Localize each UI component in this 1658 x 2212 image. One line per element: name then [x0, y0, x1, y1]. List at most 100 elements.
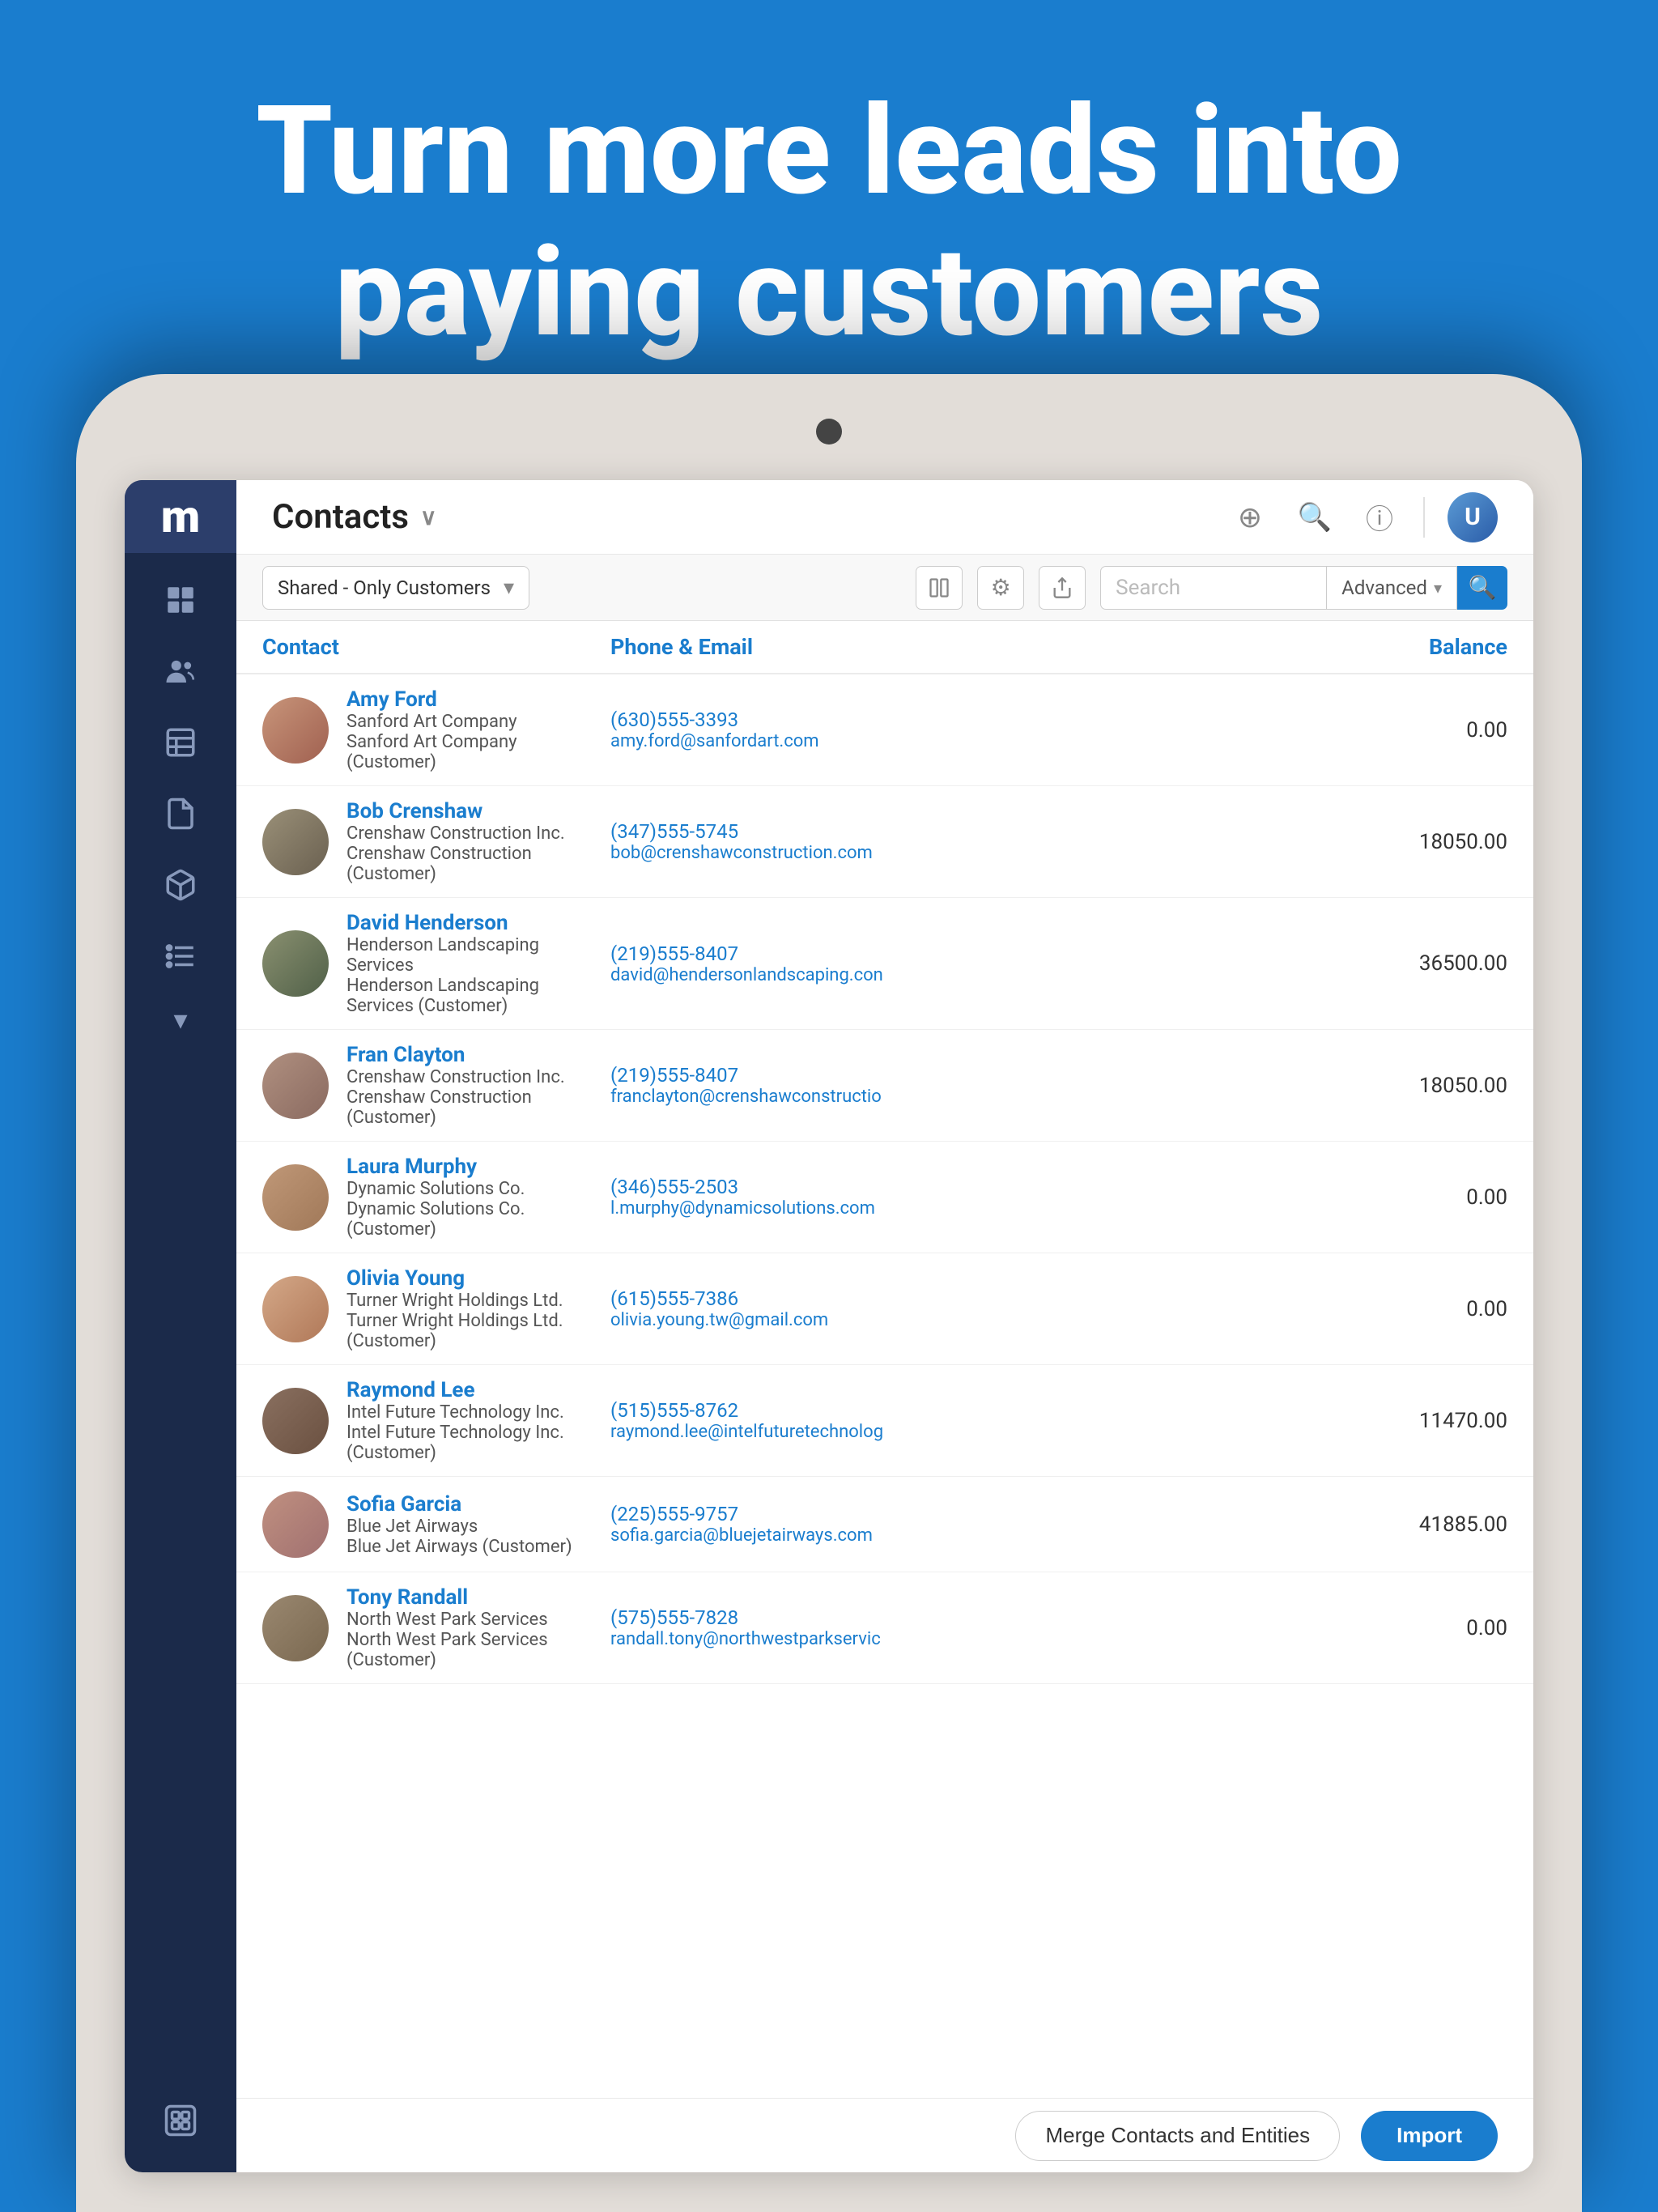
sidebar-item-list[interactable] — [125, 921, 236, 992]
filter-label: Shared - Only Customers — [278, 576, 495, 599]
sidebar-item-settings[interactable] — [125, 2085, 236, 2156]
table-row[interactable]: Laura Murphy Dynamic Solutions Co. Dynam… — [236, 1142, 1533, 1253]
tablet-frame: m — [76, 374, 1582, 2212]
contact-cell: Tony Randall North West Park Services No… — [262, 1585, 610, 1670]
contact-email: raymond.lee@intelfuturetechnolog — [610, 1422, 1337, 1442]
table-row[interactable]: Fran Clayton Crenshaw Construction Inc. … — [236, 1030, 1533, 1142]
balance-cell: 0.00 — [1337, 718, 1507, 742]
search-button[interactable]: 🔍 — [1457, 566, 1507, 610]
share-icon-btn[interactable] — [1039, 566, 1086, 610]
hero-section: Turn more leads into paying customers — [0, 0, 1658, 413]
table-row[interactable]: Sofia Garcia Blue Jet Airways Blue Jet A… — [236, 1477, 1533, 1572]
balance-cell: 18050.00 — [1337, 830, 1507, 854]
contact-phone: (346)555-2503 — [610, 1176, 1337, 1198]
user-avatar[interactable]: U — [1448, 492, 1498, 542]
table-row[interactable]: Olivia Young Turner Wright Holdings Ltd.… — [236, 1253, 1533, 1365]
contact-info: Olivia Young Turner Wright Holdings Ltd.… — [346, 1266, 610, 1351]
table-row[interactable]: David Henderson Henderson Landscaping Se… — [236, 898, 1533, 1030]
phone-email-cell: (346)555-2503 l.murphy@dynamicsolutions.… — [610, 1176, 1337, 1219]
contact-company2: Intel Future Technology Inc. (Customer) — [346, 1423, 610, 1463]
sidebar-item-dashboard[interactable] — [125, 564, 236, 636]
filter-dropdown[interactable]: Shared - Only Customers ▾ — [262, 566, 529, 610]
contact-phone: (630)555-3393 — [610, 708, 1337, 731]
contact-email: randall.tony@northwestparkservic — [610, 1629, 1337, 1649]
table-rows: Amy Ford Sanford Art Company Sanford Art… — [236, 674, 1533, 2098]
app-footer: Merge Contacts and Entities Import — [236, 2098, 1533, 2172]
app-container: m — [125, 480, 1533, 2172]
contact-email: franclayton@crenshawconstructio — [610, 1087, 1337, 1107]
col-phone-email: Phone & Email — [610, 634, 1337, 660]
hero-title: Turn more leads into paying customers — [162, 81, 1496, 364]
contact-phone: (515)555-8762 — [610, 1399, 1337, 1422]
col-contact: Contact — [262, 634, 610, 660]
phone-email-cell: (219)555-8407 david@hendersonlandscaping… — [610, 942, 1337, 985]
search-icon[interactable]: 🔍 — [1294, 496, 1336, 538]
contact-avatar — [262, 930, 329, 997]
contact-company1: Blue Jet Airways — [346, 1516, 572, 1537]
contact-email: sofia.garcia@bluejetairways.com — [610, 1525, 1337, 1546]
sidebar-item-contacts[interactable] — [125, 636, 236, 707]
sidebar-item-document[interactable] — [125, 778, 236, 849]
contact-avatar — [262, 1595, 329, 1661]
contact-email: bob@crenshawconstruction.com — [610, 843, 1337, 863]
contact-company1: Intel Future Technology Inc. — [346, 1402, 610, 1423]
contact-company1: North West Park Services — [346, 1610, 610, 1630]
balance-cell: 18050.00 — [1337, 1074, 1507, 1098]
sidebar-item-table[interactable] — [125, 707, 236, 778]
add-contact-button[interactable]: ⊕ — [1229, 496, 1271, 538]
search-input[interactable]: Search — [1100, 566, 1327, 610]
contact-company1: Crenshaw Construction Inc. — [346, 1067, 610, 1087]
sidebar-logo[interactable]: m — [125, 480, 236, 553]
topbar-actions: ⊕ 🔍 ⓘ U — [1229, 492, 1498, 542]
contact-email: olivia.young.tw@gmail.com — [610, 1310, 1337, 1330]
contact-name: Tony Randall — [346, 1585, 610, 1610]
contact-name: Amy Ford — [346, 687, 610, 712]
topbar-divider — [1423, 497, 1425, 538]
advanced-search-btn[interactable]: Advanced ▾ — [1327, 566, 1457, 610]
contact-info: Laura Murphy Dynamic Solutions Co. Dynam… — [346, 1155, 610, 1240]
contact-company1: Henderson Landscaping Services — [346, 935, 610, 976]
settings-icon — [164, 2104, 198, 2138]
contact-company2: North West Park Services (Customer) — [346, 1630, 610, 1670]
search-input-container: Search Advanced ▾ 🔍 — [1100, 566, 1507, 610]
contact-avatar — [262, 1053, 329, 1119]
grid-icon — [164, 583, 198, 617]
contact-phone: (575)555-7828 — [610, 1606, 1337, 1629]
contact-avatar — [262, 1164, 329, 1231]
contact-cell: Bob Crenshaw Crenshaw Construction Inc. … — [262, 799, 610, 884]
sidebar-expand-btn[interactable]: ▾ — [125, 992, 236, 1049]
tablet-camera — [816, 419, 842, 445]
gear-icon-btn[interactable]: ⚙ — [977, 566, 1024, 610]
table-row[interactable]: Tony Randall North West Park Services No… — [236, 1572, 1533, 1684]
list-icon — [164, 939, 198, 973]
contact-phone: (219)555-8407 — [610, 942, 1337, 965]
contact-avatar — [262, 697, 329, 764]
help-icon[interactable]: ⓘ — [1358, 496, 1401, 538]
contact-cell: Amy Ford Sanford Art Company Sanford Art… — [262, 687, 610, 772]
merge-contacts-button[interactable]: Merge Contacts and Entities — [1015, 2111, 1340, 2161]
contacts-icon — [164, 654, 198, 688]
contact-email: amy.ford@sanfordart.com — [610, 731, 1337, 751]
table-icon — [164, 725, 198, 759]
table-row[interactable]: Bob Crenshaw Crenshaw Construction Inc. … — [236, 786, 1533, 898]
contact-cell: Fran Clayton Crenshaw Construction Inc. … — [262, 1043, 610, 1128]
contact-phone: (219)555-8407 — [610, 1064, 1337, 1087]
contact-company2: Henderson Landscaping Services (Customer… — [346, 976, 610, 1016]
contact-cell: Sofia Garcia Blue Jet Airways Blue Jet A… — [262, 1491, 610, 1558]
toolbar: Shared - Only Customers ▾ ⚙ — [236, 555, 1533, 621]
view-icon-btn[interactable] — [916, 566, 963, 610]
box-icon — [164, 868, 198, 902]
contact-cell: Raymond Lee Intel Future Technology Inc.… — [262, 1378, 610, 1463]
contact-company2: Crenshaw Construction (Customer) — [346, 1087, 610, 1128]
contact-email: david@hendersonlandscaping.con — [610, 965, 1337, 985]
contact-phone: (347)555-5745 — [610, 820, 1337, 843]
contact-company1: Sanford Art Company — [346, 712, 610, 732]
logo-letter: m — [161, 490, 200, 543]
table-row[interactable]: Amy Ford Sanford Art Company Sanford Art… — [236, 674, 1533, 786]
import-button[interactable]: Import — [1361, 2111, 1498, 2161]
contact-name: Raymond Lee — [346, 1378, 610, 1402]
table-row[interactable]: Raymond Lee Intel Future Technology Inc.… — [236, 1365, 1533, 1477]
contact-phone: (225)555-9757 — [610, 1503, 1337, 1525]
sidebar-item-box[interactable] — [125, 849, 236, 921]
phone-email-cell: (575)555-7828 randall.tony@northwestpark… — [610, 1606, 1337, 1649]
